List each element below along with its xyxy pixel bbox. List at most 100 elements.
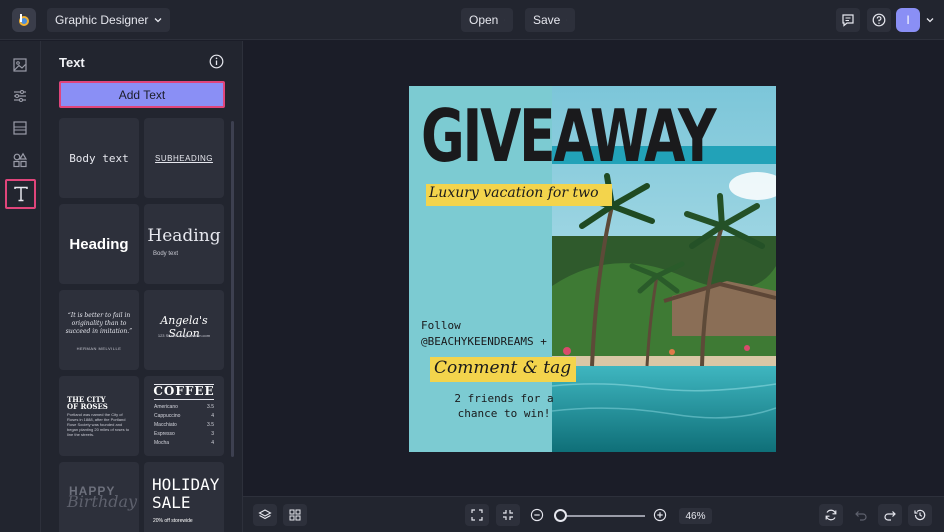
history-icon: [914, 509, 926, 521]
text-style-subheading[interactable]: SUBHEADING: [144, 118, 224, 198]
rail-item-graphics[interactable]: [8, 148, 32, 172]
tile-holiday-small: 20% off storewide: [153, 518, 193, 524]
design-cta[interactable]: Comment & tag: [434, 358, 571, 378]
panel-title: Text: [59, 55, 85, 70]
coffee-menu-row: Mocha 4: [154, 440, 214, 446]
chevron-down-icon: [504, 19, 505, 21]
coffee-menu-row: Macchiato 3.5: [154, 422, 214, 428]
save-label: Save: [533, 13, 561, 27]
tile-city-title: THE CITY OF ROSES: [67, 396, 108, 410]
design-canvas[interactable]: GIVEAWAY Luxury vacation for two Follow …: [409, 86, 776, 452]
panel-scrollbar[interactable]: [231, 121, 234, 457]
coffee-menu-row: Cappuccino 4: [154, 413, 214, 419]
redo-button[interactable]: [878, 504, 902, 526]
bottom-toolbar: 46%: [243, 496, 944, 532]
coffee-rule-top: [154, 384, 214, 385]
tile-city-title-line2: OF ROSES: [67, 402, 108, 411]
top-bar: Graphic Designer Open Save I: [0, 0, 944, 40]
chevron-down-icon: [154, 18, 162, 23]
design-friends-text[interactable]: 2 friends for a chance to win!: [444, 391, 564, 421]
open-dropdown[interactable]: Open: [461, 8, 513, 32]
tile-heading-serif-body: Body text: [153, 251, 179, 257]
rail-item-layouts[interactable]: [8, 116, 32, 140]
refresh-icon: [825, 509, 837, 521]
tile-holiday-line2: SALE: [152, 493, 191, 512]
logo-icon: [19, 14, 29, 26]
mode-label: Graphic Designer: [55, 13, 149, 27]
text-style-heading-serif[interactable]: Heading Body text: [144, 204, 224, 284]
design-title[interactable]: GIVEAWAY: [421, 90, 717, 182]
zoom-value[interactable]: 46%: [679, 508, 712, 524]
rail-item-text[interactable]: [5, 179, 36, 209]
zoom-in-icon[interactable]: [653, 508, 667, 522]
tile-birthday-text: Birthday: [67, 492, 138, 511]
rail-item-images[interactable]: [8, 53, 32, 77]
replace-button[interactable]: [819, 504, 843, 526]
user-avatar[interactable]: I: [896, 8, 920, 32]
text-style-birthday[interactable]: HAPPY Birthday: [59, 462, 139, 532]
layout-icon: [13, 121, 27, 135]
comments-button[interactable]: [836, 8, 860, 32]
tile-heading-text: Heading: [69, 235, 129, 253]
add-text-button[interactable]: Add Text: [59, 81, 225, 108]
mode-dropdown[interactable]: Graphic Designer: [47, 8, 171, 32]
sliders-icon: [14, 90, 26, 102]
fit-screen-button[interactable]: [465, 504, 489, 526]
follow-line2: @BEACHYKEENDREAMS +: [421, 335, 547, 348]
layers-button[interactable]: [253, 504, 277, 526]
help-icon: [872, 13, 886, 27]
tile-subheading-text: SUBHEADING: [155, 153, 213, 163]
zoom-slider-handle[interactable]: [554, 509, 568, 522]
app-logo[interactable]: [12, 8, 36, 32]
text-style-salon[interactable]: Angela's Salon 123 Street · angelasalon.…: [144, 290, 224, 370]
app-window: Graphic Designer Open Save I Text Add Te…: [0, 0, 944, 532]
text-style-holiday[interactable]: HOLIDAY SALE 20% off storewide: [144, 462, 224, 532]
tile-holiday-title: HOLIDAY SALE: [152, 476, 219, 512]
layers-icon: [258, 509, 272, 520]
history-button[interactable]: [908, 504, 932, 526]
text-panel: Text Add Text Body text SUBHEADING Headi…: [41, 41, 243, 532]
help-button[interactable]: [867, 8, 891, 32]
chevron-down-icon: [566, 19, 567, 21]
rail-item-adjustments[interactable]: [8, 84, 32, 108]
text-style-heading-bold[interactable]: Heading: [59, 204, 139, 284]
text-icon: [13, 186, 28, 202]
grid-icon: [289, 509, 301, 521]
text-style-city[interactable]: THE CITY OF ROSES Portland was named the…: [59, 376, 139, 456]
save-dropdown[interactable]: Save: [525, 8, 575, 32]
friends-line1: 2 friends for a: [454, 392, 554, 405]
chevron-down-icon[interactable]: [926, 16, 934, 24]
design-subtitle[interactable]: Luxury vacation for two: [429, 185, 599, 201]
undo-button[interactable]: [849, 504, 873, 526]
text-style-coffee[interactable]: COFFEE Americano 3.5 Cappuccino 4 Macchiat…: [144, 376, 224, 456]
shapes-icon: [13, 152, 28, 168]
open-label: Open: [469, 13, 499, 27]
expand-icon: [471, 509, 483, 521]
text-style-body[interactable]: Body text: [59, 118, 139, 198]
shrink-icon: [503, 510, 513, 520]
zoom-slider-track[interactable]: [559, 515, 645, 517]
coffee-menu-row: Espresso 3: [154, 431, 214, 437]
tile-quote-author: HERMAN MELVILLE: [76, 346, 122, 351]
zoom-out-icon[interactable]: [530, 508, 544, 522]
coffee-rule-bottom: [154, 399, 214, 400]
image-icon: [13, 58, 27, 72]
comment-icon: [842, 14, 854, 27]
tile-holiday-line1: HOLIDAY: [152, 475, 220, 494]
tile-city-body: Portland was named the City of Roses in …: [67, 412, 130, 437]
friends-line2: chance to win!: [457, 407, 551, 420]
tool-rail: [0, 41, 41, 532]
tile-body-text: Body text: [69, 151, 129, 165]
coffee-menu-row: Americano 3.5: [154, 404, 214, 410]
follow-line1: Follow: [421, 319, 461, 332]
redo-icon: [884, 511, 896, 521]
text-style-quote[interactable]: “It is better to fail in originality tha…: [59, 290, 139, 370]
tile-heading-serif-text: Heading: [147, 226, 221, 246]
tile-salon-small: 123 Street · angelasalon.com: [157, 333, 211, 338]
tile-coffee-title: COFFEE: [153, 384, 215, 398]
info-icon[interactable]: [209, 54, 224, 69]
tile-quote-text: “It is better to fail in originality tha…: [65, 312, 133, 335]
design-follow-text[interactable]: Follow @BEACHYKEENDREAMS +: [421, 318, 547, 350]
shrink-button[interactable]: [496, 504, 520, 526]
grid-button[interactable]: [283, 504, 307, 526]
